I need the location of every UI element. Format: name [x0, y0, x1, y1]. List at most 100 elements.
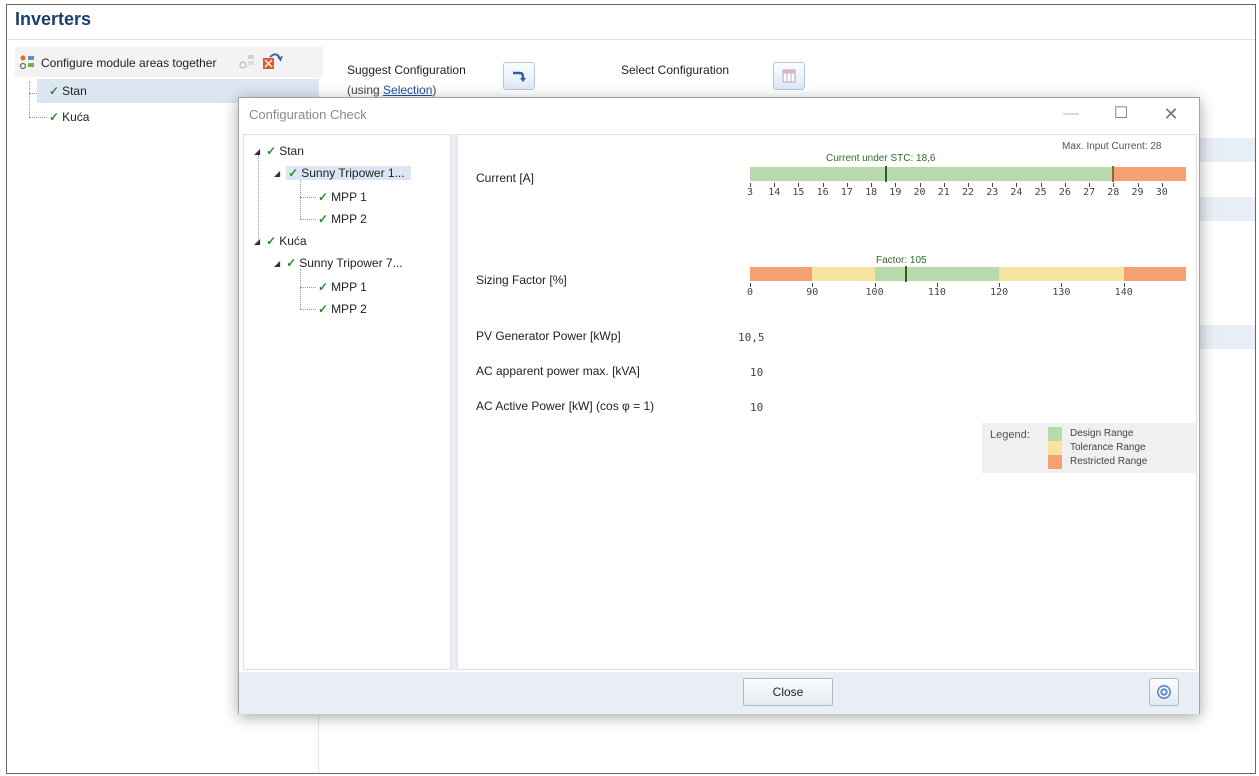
- configure-module-areas-label: Configure module areas together: [41, 56, 217, 70]
- max-input-current-label: Max. Input Current: 28: [1062, 141, 1162, 152]
- axis-tick-label: 21: [937, 187, 950, 198]
- tree-connector: [29, 117, 47, 118]
- collapse-triangle-icon[interactable]: ◢: [274, 169, 280, 178]
- restricted-range-segment: [1113, 167, 1186, 181]
- close-button[interactable]: Close: [743, 678, 833, 706]
- tree-structure-icon: [19, 55, 34, 69]
- axis-tick-label: 18: [865, 187, 878, 198]
- tree-node-stan[interactable]: ◢ ✓ Stan: [254, 141, 304, 161]
- tree-node-mpp[interactable]: ✓ MPP 1: [318, 277, 367, 297]
- maximize-icon[interactable]: ☐: [1107, 102, 1135, 126]
- restricted-range-segment: [1123, 267, 1186, 281]
- collapse-triangle-icon[interactable]: ◢: [254, 237, 260, 246]
- axis-tick-label: 16: [816, 187, 829, 198]
- check-icon: ✓: [318, 302, 329, 316]
- inverter-tree: ◢ ✓ Stan ◢ ✓ Sunny Tripower 1... ✓ MPP 1 …: [243, 134, 451, 670]
- tree-node-mpp[interactable]: ✓ MPP 1: [318, 187, 367, 207]
- check-icon: ✓: [318, 190, 329, 204]
- stc-current-label: Current under STC: 18,6: [826, 153, 936, 164]
- using-suffix: ): [432, 83, 437, 97]
- axis-tick-label: 24: [1010, 187, 1023, 198]
- current-label: Current [A]: [476, 171, 535, 185]
- axis-tick-label: 29: [1131, 187, 1144, 198]
- factor-label: Factor: 105: [876, 255, 927, 266]
- design-range-segment: [750, 167, 1114, 181]
- check-icon: ✓: [266, 234, 277, 248]
- select-configuration-label: Select Configuration: [621, 63, 730, 77]
- background-row-strip: [1195, 197, 1255, 221]
- table-grid-icon: [782, 69, 796, 83]
- title-divider: [7, 39, 1255, 40]
- axis-tick-label: 3: [746, 187, 754, 198]
- configure-module-areas-row[interactable]: Configure module areas together: [15, 47, 323, 77]
- pv-generator-power-label: PV Generator Power [kWp]: [476, 329, 621, 343]
- check-icon: ✓: [266, 144, 277, 158]
- design-range-swatch: [1048, 427, 1062, 441]
- axis-tick-label: 90: [806, 287, 819, 298]
- check-icon: ✓: [49, 84, 60, 98]
- factor-marker: [904, 266, 907, 282]
- tree-connector: [300, 287, 316, 288]
- curved-arrow-icon: [513, 71, 526, 82]
- dialog-title: Configuration Check: [249, 107, 367, 122]
- tree-node-label: Sunny Tripower 1...: [301, 166, 405, 180]
- collapse-triangle-icon[interactable]: ◢: [274, 259, 280, 268]
- page-title: Inverters: [15, 9, 92, 29]
- configuration-check-dialog: Configuration Check — ☐ ✕ ◢ ✓ Stan ◢ ✓ Su…: [238, 97, 1200, 714]
- close-icon[interactable]: ✕: [1157, 102, 1185, 126]
- legend: Legend: Design Range Tolerance Range Res…: [982, 423, 1196, 473]
- area-item-kuca[interactable]: ✓ Kuća: [49, 107, 89, 127]
- stc-current-marker: [884, 166, 887, 182]
- restricted-range-segment: [750, 267, 813, 281]
- tree-node-label: MPP 2: [331, 212, 367, 226]
- axis-tick-label: 19: [889, 187, 902, 198]
- tree-node-kuca[interactable]: ◢ ✓ Kuća: [254, 231, 307, 251]
- tree-connector: [29, 81, 30, 117]
- tolerance-range-segment: [999, 267, 1124, 281]
- axis-tick-label: 120: [990, 287, 1009, 298]
- collapse-triangle-icon[interactable]: ◢: [254, 147, 260, 156]
- group-areas-icon[interactable]: [239, 53, 257, 69]
- axis-tick-label: 30: [1155, 187, 1168, 198]
- ac-active-power-label: AC Active Power [kW] (cos φ = 1): [476, 399, 655, 413]
- axis-tick-label: 22: [961, 187, 975, 198]
- ac-apparent-power-value: 10: [750, 366, 764, 379]
- check-icon: ✓: [318, 212, 329, 226]
- ac-active-power-value: 10: [750, 401, 764, 414]
- select-configuration-button[interactable]: [773, 62, 805, 90]
- tree-node-inverter-1[interactable]: ◢ ✓ Sunny Tripower 1...: [274, 163, 411, 183]
- dialog-body: ◢ ✓ Stan ◢ ✓ Sunny Tripower 1... ✓ MPP 1 …: [243, 134, 1197, 670]
- help-button[interactable]: [1149, 678, 1179, 706]
- tolerance-range-segment: [812, 267, 875, 281]
- tolerance-range-label: Tolerance Range: [1070, 442, 1146, 453]
- tree-node-label: MPP 1: [331, 190, 367, 204]
- axis-tick-label: 14: [768, 187, 781, 198]
- axis-tick-label: 25: [1034, 187, 1047, 198]
- tree-node-mpp[interactable]: ✓ MPP 2: [318, 299, 367, 319]
- check-icon: ✓: [318, 280, 329, 294]
- tree-connector: [29, 93, 37, 94]
- axis-tick-label: 110: [927, 287, 946, 298]
- tree-connector: [258, 155, 259, 239]
- axis-tick-label: 130: [1052, 287, 1071, 298]
- reset-areas-icon[interactable]: [261, 51, 283, 71]
- restricted-range-label: Restricted Range: [1070, 456, 1148, 467]
- tree-node-inverter-2[interactable]: ◢ ✓ Sunny Tripower 7...: [274, 253, 403, 273]
- using-prefix: (using: [347, 83, 384, 97]
- axis-tick-label: 26: [1058, 187, 1071, 198]
- suggest-configuration-button[interactable]: [503, 62, 535, 90]
- axis-tick-label: 140: [1114, 287, 1133, 298]
- design-range-segment: [874, 267, 1000, 281]
- pv-generator-power-value: 10,5: [738, 331, 765, 344]
- tree-node-selected: ✓ Sunny Tripower 1...: [286, 166, 411, 180]
- minimize-icon[interactable]: —: [1057, 102, 1085, 126]
- check-icon: ✓: [49, 110, 60, 124]
- tree-node-label: Sunny Tripower 7...: [299, 256, 403, 270]
- help-icon: [1157, 685, 1171, 699]
- tree-connector: [300, 309, 316, 310]
- tree-node-mpp[interactable]: ✓ MPP 2: [318, 209, 367, 229]
- axis-tick-label: 28: [1107, 187, 1120, 198]
- selection-link[interactable]: Selection: [383, 83, 432, 97]
- legend-title: Legend:: [990, 429, 1030, 441]
- tree-node-label: Kuća: [279, 234, 307, 248]
